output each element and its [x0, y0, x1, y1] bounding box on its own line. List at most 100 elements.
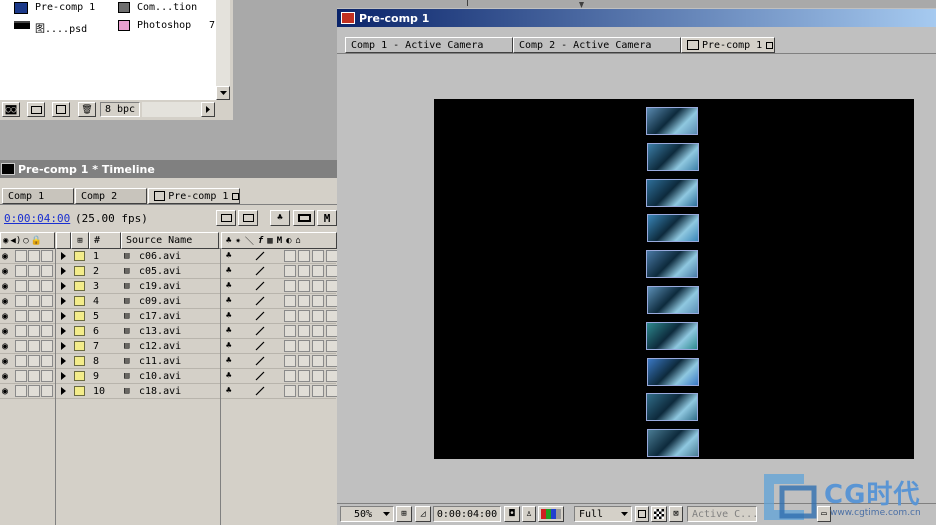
eye-icon[interactable]: ◉	[2, 384, 8, 398]
footage-thumbnail[interactable]	[647, 286, 699, 314]
frame-blend-switch[interactable]	[284, 250, 296, 262]
motion-blur-switch[interactable]	[298, 385, 310, 397]
lock-switch[interactable]	[41, 280, 53, 292]
adjustment-switch[interactable]	[312, 325, 324, 337]
motion-blur-switch[interactable]	[298, 265, 310, 277]
quality-switch-icon[interactable]	[255, 279, 265, 293]
tab-menu-icon[interactable]	[766, 41, 774, 49]
footage-thumbnail[interactable]	[646, 250, 698, 279]
solo-switch[interactable]	[28, 295, 40, 307]
new-composition-button[interactable]	[52, 102, 70, 117]
layer-source-name[interactable]: c10.avi	[139, 369, 181, 383]
tab-comp-2-active-camera[interactable]: Comp 2 - Active Camera	[513, 37, 681, 53]
shy-switch-icon[interactable]: ♣	[226, 354, 231, 368]
motion-blur-switch[interactable]	[298, 280, 310, 292]
layer-row[interactable]: ◉ 7 ▤ c12.avi ♣	[0, 339, 338, 354]
audio-switch[interactable]	[15, 370, 27, 382]
audio-switch[interactable]	[15, 250, 27, 262]
label-color-swatch[interactable]	[74, 386, 85, 396]
motion-blur-switch[interactable]	[298, 340, 310, 352]
layer-source-name[interactable]: c06.avi	[139, 249, 181, 263]
audio-switch[interactable]	[15, 325, 27, 337]
layer-row[interactable]: ◉ 9 ▤ c10.avi ♣	[0, 369, 338, 384]
label-color-swatch[interactable]	[74, 356, 85, 366]
audio-switch[interactable]	[15, 280, 27, 292]
eye-icon[interactable]: ◉	[2, 339, 8, 353]
twirl-down-icon[interactable]	[61, 384, 66, 398]
av-features-header[interactable]: ◉ ◀) ○ 🔒	[0, 232, 55, 249]
adjustment-switch[interactable]	[312, 355, 324, 367]
show-snapshot-button[interactable]: ♙	[522, 506, 536, 522]
scroll-down-button[interactable]	[216, 86, 230, 100]
label-color-swatch[interactable]	[74, 311, 85, 321]
adjustment-switch[interactable]	[312, 280, 324, 292]
footage-thumbnail[interactable]	[647, 429, 699, 458]
resolution-dropdown[interactable]: Full	[574, 506, 632, 522]
layer-source-name[interactable]: c05.avi	[139, 264, 181, 278]
label-header[interactable]	[56, 232, 71, 249]
quality-switch-icon[interactable]	[255, 294, 265, 308]
eye-icon[interactable]: ◉	[2, 249, 8, 263]
layer-source-name[interactable]: c17.avi	[139, 309, 181, 323]
transparency-grid-button[interactable]	[651, 506, 667, 522]
twirl-down-icon[interactable]	[61, 324, 66, 338]
label-color-swatch[interactable]	[74, 296, 85, 306]
eye-icon[interactable]: ◉	[2, 294, 8, 308]
layer-row[interactable]: ◉ 5 ▤ c17.avi ♣	[0, 309, 338, 324]
frame-blend-switch[interactable]	[284, 280, 296, 292]
frame-blend-switch[interactable]	[284, 295, 296, 307]
adjustment-switch[interactable]	[312, 295, 324, 307]
layer-row[interactable]: ◉ 3 ▤ c19.avi ♣	[0, 279, 338, 294]
solo-switch[interactable]	[28, 325, 40, 337]
footage-thumbnail[interactable]	[646, 178, 698, 207]
frame-blend-switch[interactable]	[284, 385, 296, 397]
footage-thumbnail[interactable]	[646, 321, 698, 350]
footage-thumbnail[interactable]	[647, 142, 699, 171]
frame-blend-switch[interactable]	[284, 370, 296, 382]
quality-switch-icon[interactable]	[255, 384, 265, 398]
lock-switch[interactable]	[41, 340, 53, 352]
horizontal-scrollbar[interactable]	[142, 102, 202, 117]
shy-switch-icon[interactable]: ♣	[226, 324, 231, 338]
frame-blend-switch[interactable]	[284, 340, 296, 352]
lock-switch[interactable]	[41, 310, 53, 322]
motion-blur-switch[interactable]	[298, 310, 310, 322]
mask-view-button[interactable]: ◿	[415, 506, 431, 522]
label-color-swatch[interactable]	[74, 281, 85, 291]
view-dropdown[interactable]: Active C...	[687, 506, 757, 522]
twirl-down-icon[interactable]	[61, 279, 66, 293]
solo-switch[interactable]	[28, 385, 40, 397]
lock-switch[interactable]	[41, 355, 53, 367]
lock-switch[interactable]	[41, 250, 53, 262]
frame-blend-switch[interactable]	[284, 310, 296, 322]
twirl-down-icon[interactable]	[61, 249, 66, 263]
shy-switch-icon[interactable]: ♣	[226, 294, 231, 308]
channel-button[interactable]	[538, 506, 564, 522]
tab-comp-2[interactable]: Comp 2	[75, 188, 147, 204]
label-color-swatch[interactable]	[74, 251, 85, 261]
adjustment-switch[interactable]	[312, 310, 324, 322]
layer-row[interactable]: ◉ 4 ▤ c09.avi ♣	[0, 294, 338, 309]
solo-switch[interactable]	[28, 265, 40, 277]
solo-switch[interactable]	[28, 370, 40, 382]
twirl-down-icon[interactable]	[61, 339, 66, 353]
parent-header[interactable]: ⊞	[71, 232, 89, 249]
shy-switch-icon[interactable]: ♣	[226, 279, 231, 293]
safe-zones-button[interactable]: ⊞	[396, 506, 412, 522]
quality-switch-icon[interactable]	[255, 339, 265, 353]
motion-blur-button[interactable]: M	[317, 210, 337, 226]
solo-switch[interactable]	[28, 355, 40, 367]
layer-row[interactable]: ◉ 1 ▤ c06.avi ♣	[0, 249, 338, 264]
layer-row[interactable]: ◉ 8 ▤ c11.avi ♣	[0, 354, 338, 369]
project-item[interactable]: Pre-comp 1 Com...tion	[0, 0, 216, 17]
number-header[interactable]: #	[89, 232, 121, 249]
find-button[interactable]: ◙◙	[2, 102, 20, 117]
twirl-down-icon[interactable]	[61, 369, 66, 383]
source-name-header[interactable]: Source Name	[121, 232, 219, 249]
motion-blur-switch[interactable]	[298, 250, 310, 262]
snapshot-button[interactable]: ◘	[504, 506, 520, 522]
label-color-swatch[interactable]	[74, 266, 85, 276]
eye-icon[interactable]: ◉	[2, 309, 8, 323]
timeline-titlebar[interactable]: Pre-comp 1 * Timeline	[0, 160, 337, 178]
layer-source-name[interactable]: c13.avi	[139, 324, 181, 338]
